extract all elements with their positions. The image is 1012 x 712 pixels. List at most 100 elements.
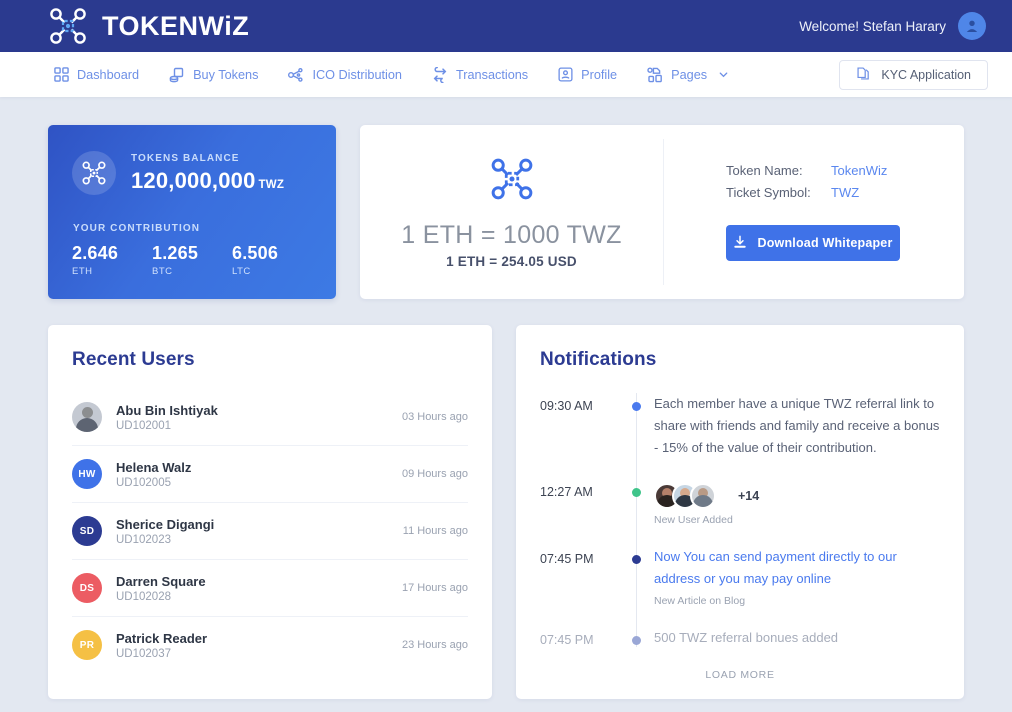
avatar: DS	[72, 573, 102, 603]
notification-dot-column	[618, 623, 654, 649]
user-name: Darren Square	[116, 574, 402, 589]
ticket-symbol-row: Ticket Symbol: TWZ	[726, 185, 964, 200]
download-button-label: Download Whitepaper	[757, 236, 892, 250]
balance-unit: TWZ	[259, 179, 285, 191]
user-name: Abu Bin Ishtiyak	[116, 403, 402, 418]
notification-subtext: New Article on Blog	[654, 595, 940, 607]
contribution-unit: BTC	[152, 266, 232, 277]
avatar-stack: +14	[654, 479, 940, 509]
nav-label: ICO Distribution	[312, 68, 402, 82]
nav-label: Buy Tokens	[193, 68, 258, 82]
notification-text: Each member have a unique TWZ referral l…	[654, 393, 940, 459]
nav-item-ico-distribution[interactable]: ICO Distribution	[273, 67, 417, 83]
notification-body: 500 TWZ referral bonues added	[654, 623, 940, 649]
notification-time: 12:27 AM	[540, 475, 618, 526]
user-meta: Sherice Digangi UD102023	[116, 517, 403, 546]
list-item[interactable]: 07:45 PM 500 TWZ referral bonues added	[540, 623, 940, 649]
tokenwiz-network-logo-icon	[72, 151, 116, 195]
contribution-ltc: 6.506 LTC	[232, 243, 312, 277]
nav-item-pages[interactable]: Pages	[632, 67, 744, 83]
notification-dot-column	[618, 389, 654, 459]
avatar: SD	[72, 516, 102, 546]
nav-item-profile[interactable]: Profile	[543, 67, 632, 82]
avatar	[690, 483, 716, 509]
user-name: Sherice Digangi	[116, 517, 403, 532]
document-copy-icon	[856, 66, 871, 84]
tokens-balance-label: TOKENS BALANCE	[131, 153, 284, 164]
notification-text[interactable]: Now You can send payment directly to our…	[654, 546, 940, 590]
transfer-arrows-icon	[432, 67, 448, 83]
tokenwiz-network-logo-icon	[48, 6, 88, 46]
chevron-down-icon	[718, 69, 729, 80]
notification-dot-column	[618, 542, 654, 607]
panels-row: Recent Users Abu Bin Ishtiyak UD102001 0…	[48, 325, 964, 699]
notification-time: 07:45 PM	[540, 542, 618, 607]
avatar	[72, 402, 102, 432]
list-item[interactable]: 07:45 PM Now You can send payment direct…	[540, 542, 940, 607]
dashboard-grid-icon	[54, 67, 69, 82]
download-whitepaper-button[interactable]: Download Whitepaper	[726, 225, 900, 261]
table-row[interactable]: DS Darren Square UD102028 17 Hours ago	[72, 560, 468, 617]
nav-item-transactions[interactable]: Transactions	[417, 67, 543, 83]
tokens-balance-card: TOKENS BALANCE 120,000,000TWZ YOUR CONTR…	[48, 125, 336, 299]
welcome-text: Welcome! Stefan Harary	[799, 19, 946, 34]
table-row[interactable]: SD Sherice Digangi UD102023 11 Hours ago	[72, 503, 468, 560]
brand[interactable]: TOKENWiZ	[48, 6, 249, 46]
token-name-value: TokenWiz	[831, 163, 887, 178]
ticket-symbol-value: TWZ	[831, 185, 859, 200]
nav-label: Profile	[581, 68, 617, 82]
user-id: UD102023	[116, 534, 403, 546]
notification-time: 09:30 AM	[540, 389, 618, 459]
notifications-list: 09:30 AM Each member have a unique TWZ r…	[540, 389, 940, 689]
download-icon	[733, 235, 747, 252]
contribution-eth: 2.646 ETH	[72, 243, 152, 277]
nav-label: Dashboard	[77, 68, 139, 82]
network-nodes-icon	[288, 67, 304, 83]
table-row[interactable]: Abu Bin Ishtiyak UD102001 03 Hours ago	[72, 389, 468, 446]
kyc-application-button[interactable]: KYC Application	[839, 60, 988, 90]
nav-item-dashboard[interactable]: Dashboard	[48, 67, 154, 82]
coins-stack-icon	[169, 67, 185, 83]
user-meta: Darren Square UD102028	[116, 574, 402, 603]
page-title-notifications: Notifications	[540, 349, 940, 371]
brand-name: TOKENWiZ	[102, 11, 249, 42]
user-meta: Patrick Reader UD102037	[116, 631, 402, 660]
contribution-unit: LTC	[232, 266, 312, 277]
list-item[interactable]: 12:27 AM	[540, 475, 940, 526]
nav-item-buy-tokens[interactable]: Buy Tokens	[154, 67, 273, 83]
avatar: PR	[72, 630, 102, 660]
notification-time: 07:45 PM	[540, 623, 618, 649]
user-meta: Helena Walz UD102005	[116, 460, 402, 489]
token-name-label: Token Name:	[726, 163, 831, 178]
topbar-right: Welcome! Stefan Harary	[799, 12, 986, 40]
avatar-overflow-count: +14	[738, 489, 759, 503]
page-content: TOKENS BALANCE 120,000,000TWZ YOUR CONTR…	[0, 97, 1012, 712]
table-row[interactable]: PR Patrick Reader UD102037 23 Hours ago	[72, 617, 468, 673]
contribution-value: 1.265	[152, 243, 232, 264]
avatar-body	[693, 495, 713, 507]
user-name: Helena Walz	[116, 460, 402, 475]
avatar-body	[76, 418, 98, 432]
table-row[interactable]: HW Helena Walz UD102005 09 Hours ago	[72, 446, 468, 503]
summary-row: TOKENS BALANCE 120,000,000TWZ YOUR CONTR…	[48, 125, 964, 299]
nav-label: Transactions	[456, 68, 528, 82]
notification-dot-column	[618, 475, 654, 526]
status-badge	[632, 402, 641, 411]
status-badge	[632, 488, 641, 497]
page-title-recent-users: Recent Users	[72, 349, 468, 371]
list-item[interactable]: 09:30 AM Each member have a unique TWZ r…	[540, 389, 940, 459]
notification-body: Now You can send payment directly to our…	[654, 542, 940, 607]
status-badge	[632, 555, 641, 564]
user-time: 23 Hours ago	[402, 639, 468, 651]
contribution-value: 2.646	[72, 243, 152, 264]
recent-users-panel: Recent Users Abu Bin Ishtiyak UD102001 0…	[48, 325, 492, 699]
user-time: 11 Hours ago	[403, 525, 468, 537]
contribution-btc: 1.265 BTC	[152, 243, 232, 277]
main-navigation: Dashboard Buy Tokens	[0, 52, 1012, 97]
notification-subtext: New User Added	[654, 514, 940, 526]
user-avatar-icon[interactable]	[958, 12, 986, 40]
tokens-balance-amount: 120,000,000TWZ	[131, 168, 284, 194]
notification-body: Each member have a unique TWZ referral l…	[654, 389, 940, 459]
balance-top: TOKENS BALANCE 120,000,000TWZ	[72, 151, 312, 195]
load-more-button[interactable]: LOAD MORE	[540, 665, 940, 689]
